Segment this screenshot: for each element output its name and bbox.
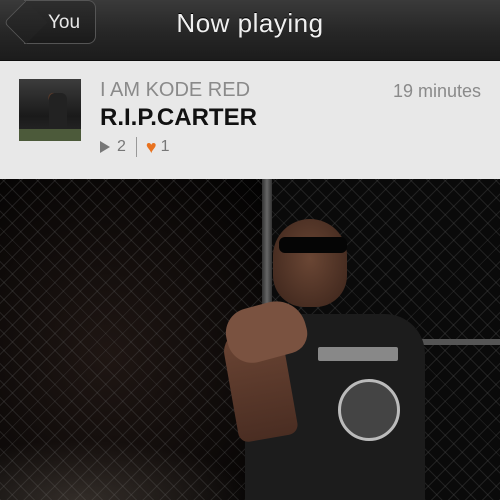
thumbnail-ground [19, 129, 81, 141]
page-title-text: Now playing [176, 8, 324, 38]
thumbnail-figure [49, 93, 67, 133]
stats-divider [135, 137, 137, 157]
artwork-shirt-logo [338, 379, 400, 441]
track-title[interactable]: R.I.P.CARTER [100, 104, 257, 132]
play-count: 2 [117, 138, 126, 155]
artwork-ground [0, 440, 260, 500]
play-icon [100, 141, 110, 153]
track-thumbnail[interactable] [19, 79, 81, 141]
artwork-sunglasses [279, 237, 347, 253]
upload-time: 19 minutes [392, 81, 481, 101]
heart-icon: ♥ [145, 137, 157, 157]
navigation-bar: You Now playing [0, 0, 500, 61]
like-count: 1 [160, 138, 170, 155]
artist-name[interactable]: I AM KODE RED [100, 79, 250, 102]
artwork-shirt-print [318, 347, 398, 361]
track-artwork[interactable] [0, 179, 500, 500]
artwork-person-head [273, 219, 347, 307]
track-stats: 2 ♥ 1 [100, 136, 170, 158]
back-button-label: You [48, 12, 81, 33]
